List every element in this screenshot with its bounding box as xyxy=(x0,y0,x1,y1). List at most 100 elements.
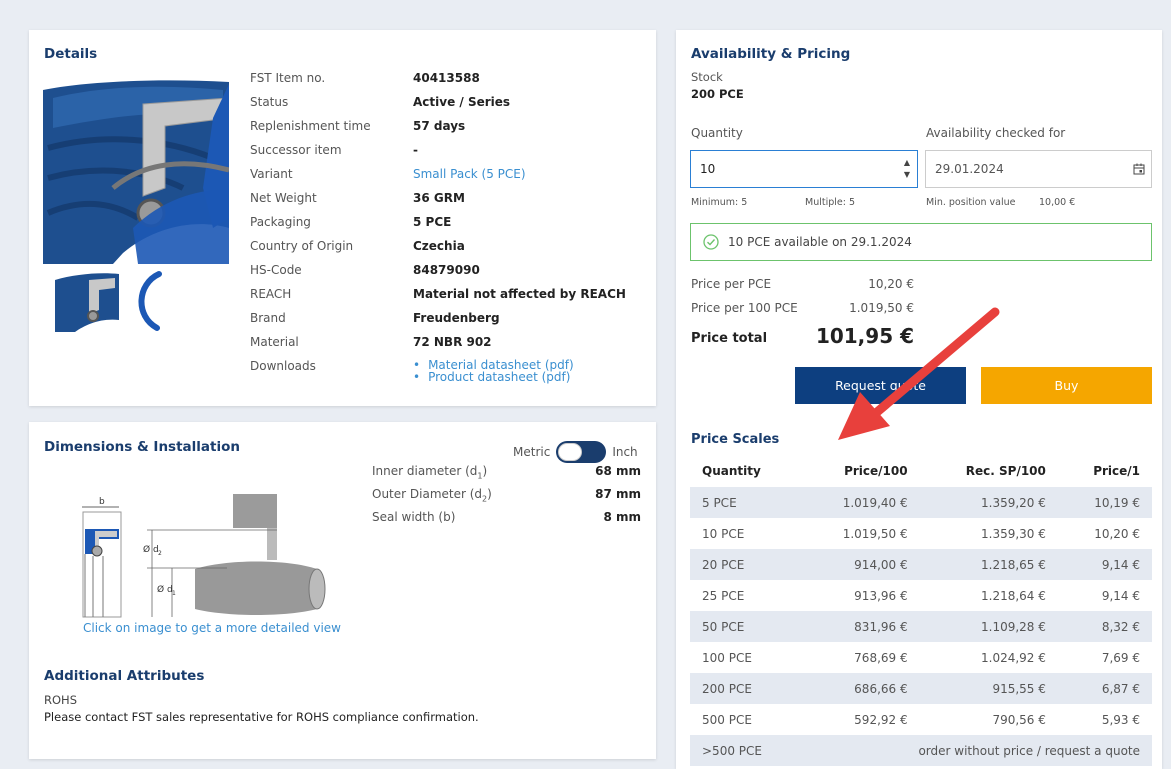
detail-value: 72 NBR 902 xyxy=(413,335,492,349)
installation-drawing[interactable]: b Ø d 2 Ø d 1 xyxy=(77,484,327,619)
details-title: Details xyxy=(44,46,98,62)
scale-quantity: 10 PCE xyxy=(702,526,745,541)
thumbnail-seal-section[interactable] xyxy=(55,270,119,332)
dimensions-title: Dimensions & Installation xyxy=(44,439,240,455)
image-detail-link[interactable]: Click on image to get a more detailed vi… xyxy=(83,621,341,635)
price-total-label: Price total xyxy=(691,331,768,346)
scale-price-100: 1.019,40 € xyxy=(801,487,920,518)
scale-price-1: 10,20 € xyxy=(1094,526,1140,541)
calendar-icon[interactable] xyxy=(1127,163,1151,175)
scale-quantity: 500 PCE xyxy=(702,712,752,727)
detail-value: 84879090 xyxy=(413,263,480,277)
download-link[interactable]: • Product datasheet (pdf) xyxy=(413,371,570,383)
scale-quantity: 25 PCE xyxy=(702,588,745,603)
scale-price-1: 10,19 € xyxy=(1057,487,1152,518)
detail-label: Country of Origin xyxy=(250,239,354,253)
stepper-down-icon[interactable]: ▼ xyxy=(904,169,910,181)
scale-price-100: 686,66 € xyxy=(801,673,920,704)
scale-price-1: 9,14 € xyxy=(1057,549,1152,580)
request-quote-button[interactable]: Request quote xyxy=(795,367,966,404)
scale-price-1: 5,93 € xyxy=(1101,712,1140,727)
scale-rec-sp-100: 1.218,64 € xyxy=(981,588,1046,603)
price-scale-row-request: >500 PCE order without price / request a … xyxy=(690,735,1152,766)
dimension-value: 68 mm xyxy=(595,464,641,478)
price-scale-row: 25 PCE 913,96 € 1.218,64 € 9,14 € xyxy=(690,580,1152,611)
detail-label: REACH xyxy=(250,287,292,301)
quantity-stepper[interactable]: ▲ ▼ xyxy=(897,151,917,187)
scale-price-1: 9,14 € xyxy=(1101,588,1140,603)
scale-price-1: 8,32 € xyxy=(1057,611,1152,642)
date-label: Availability checked for xyxy=(926,126,1066,140)
scale-quantity: 200 PCE xyxy=(690,673,802,704)
price-scales-table: Quantity Price/100 Rec. SP/100 Price/1 5… xyxy=(690,455,1152,766)
dimension-label: Inner diameter (d1) xyxy=(372,464,487,480)
minimum-text: Minimum: 5 xyxy=(691,197,748,208)
unit-switch[interactable] xyxy=(556,441,607,463)
min-position-label: Min. position value xyxy=(926,197,1016,208)
detail-value: 5 PCE xyxy=(413,215,452,229)
scale-rec-sp-100: 1.109,28 € xyxy=(919,611,1058,642)
price-per-pce-value: 10,20 € xyxy=(868,277,914,291)
price-total-value: 101,95 € xyxy=(815,324,914,348)
scale-quantity: 50 PCE xyxy=(690,611,802,642)
additional-attributes-title: Additional Attributes xyxy=(44,668,205,684)
detail-label: Packaging xyxy=(250,215,311,229)
price-scale-row: 500 PCE 592,92 € 790,56 € 5,93 € xyxy=(690,704,1152,735)
bullet-icon: • xyxy=(413,370,421,384)
date-input[interactable]: 29.01.2024 xyxy=(925,150,1152,188)
scale-price-100: 913,96 € xyxy=(854,588,908,603)
scale-rec-sp-100: 1.218,65 € xyxy=(919,549,1058,580)
scale-quantity: 100 PCE xyxy=(702,650,752,665)
dimension-label-tail: ) xyxy=(482,464,488,478)
buy-button[interactable]: Buy xyxy=(981,367,1152,404)
detail-value: 36 GRM xyxy=(413,191,465,205)
detail-value: 40413588 xyxy=(413,71,480,85)
dim-d2-sub: 2 xyxy=(158,550,162,557)
detail-label: Successor item xyxy=(250,143,342,157)
request-quote-note: order without price / request a quote xyxy=(801,735,1152,766)
scale-price-1: 6,87 € xyxy=(1057,673,1152,704)
detail-label: Brand xyxy=(250,311,286,325)
unit-metric-label: Metric xyxy=(513,445,551,459)
product-image[interactable] xyxy=(43,78,229,264)
price-per-100-label: Price per 100 PCE xyxy=(691,301,798,315)
detail-value: 57 days xyxy=(413,119,466,133)
scale-rec-sp-100: 915,55 € xyxy=(919,673,1058,704)
detail-value: Active / Series xyxy=(413,95,511,109)
unit-toggle[interactable]: Metric Inch xyxy=(513,441,638,463)
pricing-card: Availability & Pricing Stock 200 PCE Qua… xyxy=(676,30,1162,769)
quantity-input[interactable]: 10 ▲ ▼ xyxy=(690,150,918,188)
dimension-value: 8 mm xyxy=(603,510,641,524)
unit-switch-knob xyxy=(558,443,583,461)
date-value: 29.01.2024 xyxy=(935,162,1004,176)
variant-link[interactable]: Small Pack (5 PCE) xyxy=(413,167,526,181)
multiple-text: Multiple: 5 xyxy=(805,197,856,208)
detail-label: Downloads xyxy=(250,359,316,373)
scale-rec-sp-100: 1.359,30 € xyxy=(981,526,1046,541)
availability-message: 10 PCE available on 29.1.2024 xyxy=(690,223,1152,261)
price-scale-row: 10 PCE 1.019,50 € 1.359,30 € 10,20 € xyxy=(690,518,1152,549)
pricing-title: Availability & Pricing xyxy=(691,46,851,62)
detail-label: Material xyxy=(250,335,299,349)
stock-value: 200 PCE xyxy=(691,87,744,101)
thumbnail-seal-ring[interactable] xyxy=(129,270,169,332)
price-scales-title: Price Scales xyxy=(691,432,780,447)
detail-value: Material not affected by REACH xyxy=(413,287,626,301)
scale-rec-sp-100: 1.024,92 € xyxy=(981,650,1046,665)
detail-value: Freudenberg xyxy=(413,311,500,325)
detail-label: FST Item no. xyxy=(250,71,326,85)
dimension-label-tail: ) xyxy=(487,487,492,501)
price-scale-row: 5 PCE 1.019,40 €1.359,20 €10,19 € xyxy=(690,487,1152,518)
stepper-up-icon[interactable]: ▲ xyxy=(904,157,910,169)
download-link-text[interactable]: Product datasheet (pdf) xyxy=(428,370,570,384)
price-scale-row: 200 PCE 686,66 €915,55 €6,87 € xyxy=(690,673,1152,704)
unit-inch-label: Inch xyxy=(612,445,638,459)
detail-label: Net Weight xyxy=(250,191,317,205)
scale-price-100: 1.019,50 € xyxy=(842,526,908,541)
details-card: Details FST Item no. 40413588 Status Active xyxy=(29,30,656,406)
price-scales-header-row: Quantity Price/100 Rec. SP/100 Price/1 xyxy=(690,455,1152,487)
scale-rec-sp-100: 1.359,20 € xyxy=(919,487,1058,518)
scale-price-100: 592,92 € xyxy=(854,712,908,727)
scale-rec-sp-100: 790,56 € xyxy=(992,712,1046,727)
check-circle-icon xyxy=(703,234,719,250)
